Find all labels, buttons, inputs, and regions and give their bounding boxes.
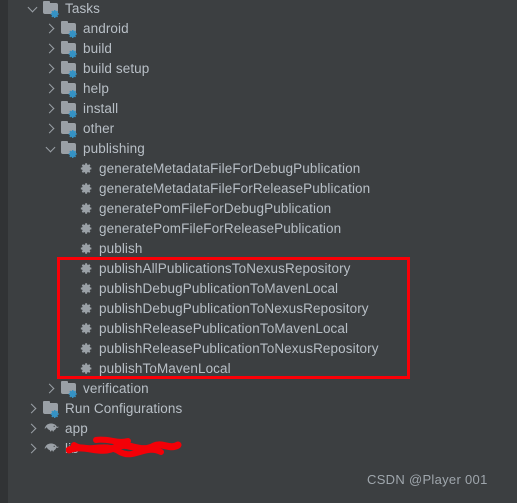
gradle-task-label: publishDebugPublicationToMavenLocal	[99, 280, 339, 296]
gradle-task-generatepomfilefordebugpublication[interactable]: generatePomFileForDebugPublication	[80, 198, 331, 218]
tree-node-android[interactable]: android	[44, 18, 129, 38]
tree-node-install[interactable]: install	[44, 98, 118, 118]
tree-node-build[interactable]: build	[44, 38, 112, 58]
folder-gear-icon	[61, 40, 78, 58]
gradle-elephant-icon	[43, 442, 60, 455]
tree-node-verification[interactable]: verification	[44, 378, 149, 398]
gradle-task-label: publishAllPublicationsToNexusRepository	[99, 260, 351, 276]
gradle-task-label: generateMetadataFileForDebugPublication	[99, 160, 361, 176]
chevron-right-icon[interactable]	[44, 42, 57, 55]
gradle-task-publishdebugpublicationtonexusrepository[interactable]: publishDebugPublicationToNexusRepository	[80, 298, 369, 318]
gradle-task-publishreleasepublicationtonexusrepository[interactable]: publishReleasePublicationToNexusReposito…	[80, 338, 379, 358]
tree-node-run-configurations[interactable]: Run Configurations	[26, 398, 182, 418]
chevron-right-icon[interactable]	[26, 402, 39, 415]
folder-gear-icon	[61, 60, 78, 78]
gradle-task-generatepomfileforreleasepublication[interactable]: generatePomFileForReleasePublication	[80, 218, 341, 238]
csdn-watermark: CSDN @Player 001	[367, 472, 488, 487]
tree-gutter	[0, 0, 8, 503]
gradle-task-publishtomavenlocal[interactable]: publishToMavenLocal	[80, 358, 231, 378]
folder-gear-icon	[61, 20, 78, 38]
tree-node-label: build	[83, 40, 113, 56]
gradle-task-label: generateMetadataFileForReleasePublicatio…	[99, 180, 371, 196]
gradle-task-label: publish	[99, 240, 143, 256]
gradle-task-label: publishReleasePublicationToMavenLocal	[99, 320, 349, 336]
tree-node-publishing[interactable]: publishing	[44, 138, 145, 158]
gradle-task-label: publishDebugPublicationToNexusRepository	[99, 300, 369, 316]
gear-icon	[80, 322, 93, 335]
gradle-elephant-icon	[43, 422, 60, 435]
tree-node-label: android	[83, 20, 129, 36]
tree-node-build-setup[interactable]: build setup	[44, 58, 149, 78]
chevron-right-icon[interactable]	[44, 102, 57, 115]
tree-node-app[interactable]: app	[26, 418, 88, 438]
gradle-task-publish[interactable]: publish	[80, 238, 142, 258]
tree-node-label: Run Configurations	[65, 400, 183, 416]
tree-node-lib[interactable]: lib	[26, 438, 79, 458]
tree-node-label: build setup	[83, 60, 150, 76]
gradle-task-publishdebugpublicationtomavenlocal[interactable]: publishDebugPublicationToMavenLocal	[80, 278, 338, 298]
tree-node-label: lib	[65, 440, 79, 456]
gear-icon	[80, 202, 93, 215]
folder-gear-icon	[43, 0, 60, 18]
chevron-right-icon[interactable]	[44, 62, 57, 75]
folder-gear-icon	[61, 100, 78, 118]
gradle-task-generatemetadatafileforreleasepublication[interactable]: generateMetadataFileForReleasePublicatio…	[80, 178, 370, 198]
gear-icon	[80, 242, 93, 255]
tree-node-label: publishing	[83, 140, 145, 156]
tree-node-tasks[interactable]: Tasks	[26, 0, 100, 18]
chevron-right-icon[interactable]	[44, 382, 57, 395]
tree-node-label: install	[83, 100, 119, 116]
chevron-right-icon[interactable]	[44, 82, 57, 95]
tree-node-label: help	[83, 80, 109, 96]
tree-node-other[interactable]: other	[44, 118, 114, 138]
gear-icon	[80, 342, 93, 355]
gear-icon	[80, 162, 93, 175]
gradle-task-publishreleasepublicationtomavenlocal[interactable]: publishReleasePublicationToMavenLocal	[80, 318, 348, 338]
gear-icon	[80, 182, 93, 195]
gear-icon	[80, 302, 93, 315]
gradle-task-label: publishToMavenLocal	[99, 360, 231, 376]
gradle-tool-window: Tasks android build build setup help install o…	[0, 0, 517, 503]
gear-icon	[80, 282, 93, 295]
tree-node-label: other	[83, 120, 115, 136]
chevron-right-icon[interactable]	[26, 422, 39, 435]
tree-node-label: app	[65, 420, 88, 436]
tree-node-label: verification	[83, 380, 149, 396]
gear-icon	[80, 362, 93, 375]
chevron-down-icon[interactable]	[26, 2, 39, 15]
chevron-right-icon[interactable]	[44, 122, 57, 135]
gradle-task-label: publishReleasePublicationToNexusReposito…	[99, 340, 379, 356]
gradle-task-label: generatePomFileForReleasePublication	[99, 220, 342, 236]
folder-gear-icon	[43, 400, 60, 418]
gradle-task-publishallpublicationstonexusrepository[interactable]: publishAllPublicationsToNexusRepository	[80, 258, 351, 278]
chevron-down-icon[interactable]	[44, 142, 57, 155]
folder-gear-icon	[61, 140, 78, 158]
chevron-right-icon[interactable]	[26, 442, 39, 455]
folder-gear-icon	[61, 80, 78, 98]
tree-node-label: Tasks	[65, 0, 101, 16]
gear-icon	[80, 262, 93, 275]
chevron-right-icon[interactable]	[44, 22, 57, 35]
folder-gear-icon	[61, 120, 78, 138]
gradle-task-label: generatePomFileForDebugPublication	[99, 200, 332, 216]
folder-gear-icon	[61, 380, 78, 398]
gear-icon	[80, 222, 93, 235]
gradle-task-generatemetadatafilefordebugpublication[interactable]: generateMetadataFileForDebugPublication	[80, 158, 360, 178]
red-scribble-redaction	[66, 436, 182, 458]
tree-node-help[interactable]: help	[44, 78, 109, 98]
